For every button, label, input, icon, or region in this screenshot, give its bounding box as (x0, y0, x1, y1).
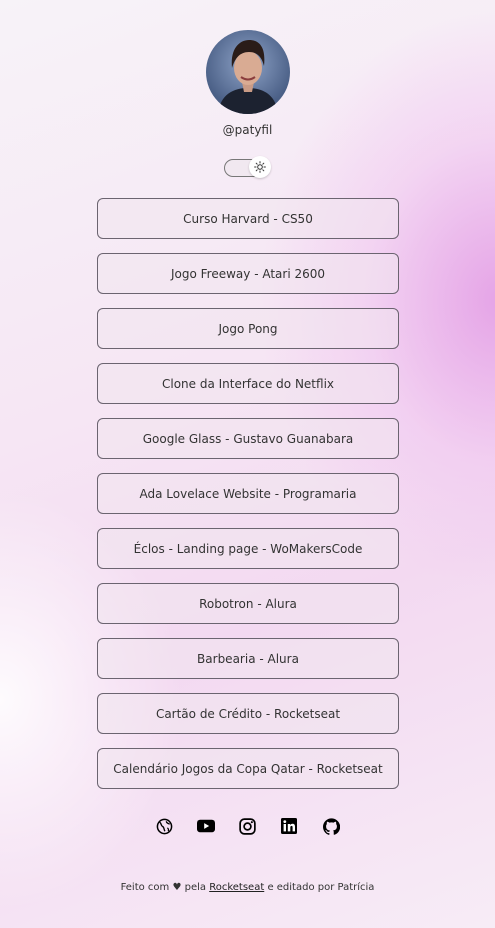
youtube-icon[interactable] (196, 817, 215, 835)
sun-icon (249, 156, 271, 178)
link-barbearia[interactable]: Barbearia - Alura (97, 638, 399, 679)
footer-prefix: Feito com ♥ pela (120, 882, 207, 893)
github-icon[interactable] (322, 817, 340, 835)
theme-toggle[interactable] (224, 156, 272, 178)
link-netflix-clone[interactable]: Clone da Interface do Netflix (97, 363, 399, 404)
linkedin-icon[interactable] (280, 817, 298, 835)
link-ada-lovelace[interactable]: Ada Lovelace Website - Programaria (97, 473, 399, 514)
link-freeway[interactable]: Jogo Freeway - Atari 2600 (97, 253, 399, 294)
avatar (206, 30, 290, 114)
social-links (155, 816, 340, 836)
profile-handle: @patyfil (222, 123, 273, 137)
footer: Feito com ♥ pela Rocketseat e editado po… (0, 882, 495, 893)
footer-suffix: e editado por Patrícia (267, 882, 375, 893)
link-google-glass[interactable]: Google Glass - Gustavo Guanabara (97, 418, 399, 459)
link-pong[interactable]: Jogo Pong (97, 308, 399, 349)
link-list: Curso Harvard - CS50 Jogo Freeway - Atar… (97, 198, 399, 803)
link-cartao-credito[interactable]: Cartão de Crédito - Rocketseat (97, 693, 399, 734)
rocketseat-link[interactable]: Rocketseat (209, 882, 264, 893)
link-eclos[interactable]: Éclos - Landing page - WoMakersCode (97, 528, 399, 569)
globe-icon[interactable] (155, 817, 173, 835)
link-calendario-copa[interactable]: Calendário Jogos da Copa Qatar - Rockets… (97, 748, 399, 789)
link-robotron[interactable]: Robotron - Alura (97, 583, 399, 624)
instagram-icon[interactable] (239, 817, 257, 835)
link-cs50[interactable]: Curso Harvard - CS50 (97, 198, 399, 239)
